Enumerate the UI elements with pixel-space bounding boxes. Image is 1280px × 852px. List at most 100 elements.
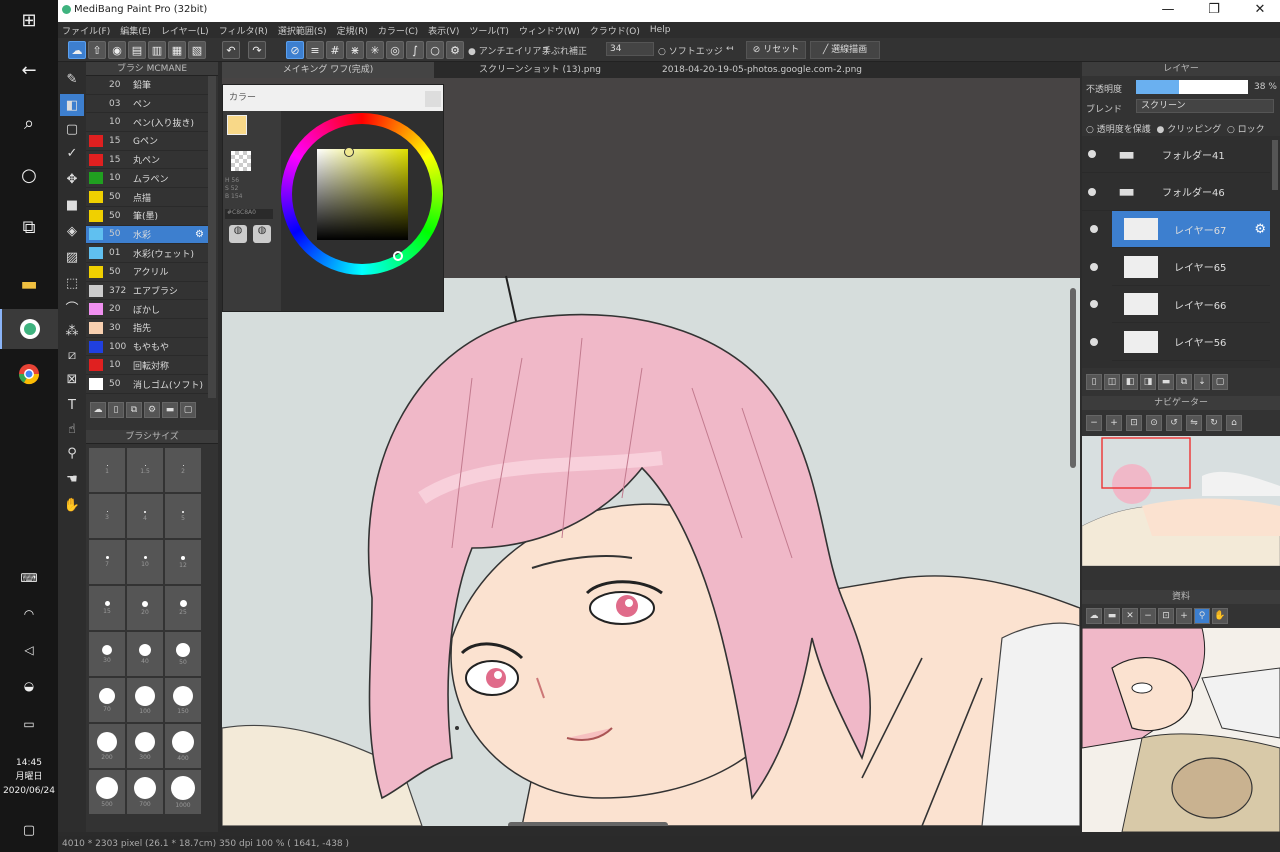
search-icon[interactable]: ⌕: [0, 103, 58, 143]
brush-color-swatch[interactable]: [89, 228, 103, 241]
snap-cross-icon[interactable]: #: [326, 41, 344, 59]
brush-size-cell[interactable]: 15: [89, 586, 125, 630]
menu-file[interactable]: ファイル(F): [62, 24, 110, 37]
brush-size-cell[interactable]: 70: [89, 678, 125, 722]
brush-item[interactable]: 100 もやもや: [86, 338, 208, 357]
menu-cloud[interactable]: クラウド(O): [590, 24, 640, 37]
brush-item[interactable]: 20 ぼかし: [86, 300, 208, 320]
brush-size-cell[interactable]: 200: [89, 724, 125, 768]
hex-input[interactable]: #C8C8A0: [225, 209, 273, 219]
redo-icon[interactable]: ↷: [248, 41, 266, 59]
ref-fit-icon[interactable]: ⊡: [1158, 608, 1174, 624]
layer-folder-row[interactable]: ▬ フォルダー46: [1082, 174, 1270, 211]
network-icon[interactable]: ◒: [0, 666, 58, 706]
brush-size-cell[interactable]: 300: [127, 724, 163, 768]
menu-filter[interactable]: フィルタ(R): [219, 24, 268, 37]
windows-start-icon[interactable]: ⊞: [0, 0, 58, 40]
brush-item[interactable]: 20 鉛筆: [86, 76, 208, 95]
brush-item[interactable]: 50 点描: [86, 188, 208, 207]
sv-picker-handle[interactable]: [344, 147, 354, 157]
brush-color-swatch[interactable]: [89, 116, 103, 129]
menu-color[interactable]: カラー(C): [378, 24, 418, 37]
eraser-tool-icon[interactable]: ◧: [60, 94, 84, 116]
brush-color-swatch[interactable]: [89, 209, 103, 222]
menu-selection[interactable]: 選択範囲(S): [278, 24, 327, 37]
brush-delete-icon[interactable]: ▢: [180, 402, 196, 418]
brush-tool-icon[interactable]: ✎: [60, 68, 84, 90]
brush-size-cell[interactable]: 7: [89, 540, 125, 584]
tab-photos[interactable]: 2018-04-20-19-05-photos.google.com-2.png: [646, 62, 878, 78]
visibility-eye-icon[interactable]: [1090, 225, 1098, 233]
brush-new-icon[interactable]: ▯: [108, 402, 124, 418]
brush-item[interactable]: 372 エアブラシ: [86, 282, 208, 301]
correction-input[interactable]: 34: [606, 42, 654, 56]
brush-scrollbar[interactable]: [208, 76, 216, 398]
select-eraser-tool-icon[interactable]: ⊠: [60, 368, 84, 390]
brush-item[interactable]: 15 Gペン: [86, 132, 208, 151]
brush-size-cell[interactable]: 1000: [165, 770, 201, 814]
brush-item[interactable]: 10 回転対称: [86, 357, 208, 376]
brush-size-cell[interactable]: 10: [127, 540, 163, 584]
brush-size-cell[interactable]: 150: [165, 678, 201, 722]
menu-window[interactable]: ウィンドウ(W): [519, 24, 580, 37]
ref-zoom-in-icon[interactable]: +: [1176, 608, 1192, 624]
menu-edit[interactable]: 編集(E): [120, 24, 151, 37]
hand-tool-icon[interactable]: ☚: [60, 468, 84, 490]
reset-button[interactable]: ⊘ リセット: [746, 41, 806, 59]
lasso-tool-icon[interactable]: ⌒: [60, 296, 84, 318]
brush-item[interactable]: 15 丸ペン: [86, 151, 208, 170]
layer-row[interactable]: レイヤー65: [1090, 249, 1270, 286]
duplicate-layer-icon[interactable]: ⧉: [1176, 374, 1192, 390]
brush-item[interactable]: 10 ムラペン: [86, 170, 208, 189]
brush-color-swatch[interactable]: [89, 134, 103, 147]
check-tool-icon[interactable]: ✓: [60, 142, 84, 164]
snap-vanish-icon[interactable]: ⋇: [346, 41, 364, 59]
brush-size-cell[interactable]: 700: [127, 770, 163, 814]
layer-settings-gear-icon[interactable]: ⚙: [1254, 222, 1266, 237]
volume-icon[interactable]: ◁: [0, 630, 58, 670]
brush-color-swatch[interactable]: [89, 359, 103, 372]
wifi-icon[interactable]: ◠: [0, 594, 58, 634]
delete-layer-icon[interactable]: ▢: [1212, 374, 1228, 390]
eyedropper-small-icon[interactable]: ◍: [253, 225, 271, 243]
brush-size-cell[interactable]: 100: [127, 678, 163, 722]
brush-item[interactable]: 10 ペン(入り抜き): [86, 113, 208, 133]
visibility-eye-icon[interactable]: [1090, 337, 1098, 346]
brush-color-swatch[interactable]: [89, 247, 103, 260]
new-layer-icon[interactable]: ▯: [1086, 374, 1102, 390]
eyedropper-tool-icon[interactable]: ⚲: [60, 442, 84, 464]
brush-item[interactable]: 30 指先: [86, 319, 208, 338]
clipping-checkbox[interactable]: ● クリッピング: [1156, 125, 1221, 135]
opacity-slider[interactable]: [1136, 80, 1248, 94]
cortana-icon[interactable]: ○: [0, 155, 58, 195]
brush-color-swatch[interactable]: [89, 303, 103, 316]
menu-layer[interactable]: レイヤー(L): [161, 24, 209, 37]
document-icon[interactable]: ▥: [148, 41, 166, 59]
panel-icon[interactable]: ▧: [188, 41, 206, 59]
file-explorer-icon[interactable]: ▬: [0, 264, 58, 304]
layer-row[interactable]: レイヤー67 ⚙: [1090, 211, 1270, 248]
primary-color-swatch[interactable]: [227, 115, 247, 135]
chrome-icon[interactable]: [0, 354, 58, 394]
layer-row[interactable]: レイヤー56: [1090, 324, 1270, 361]
brush-color-swatch[interactable]: [89, 378, 103, 391]
snap-circle-icon[interactable]: ◎: [386, 41, 404, 59]
notification-icon[interactable]: ▢: [0, 810, 58, 850]
operation-tool-icon[interactable]: ☝: [60, 418, 84, 440]
select-pen-tool-icon[interactable]: ⧄: [60, 344, 84, 366]
zoom-out-icon[interactable]: −: [1086, 415, 1102, 431]
gradient-tool-icon[interactable]: ▨: [60, 246, 84, 268]
brush-size-cell[interactable]: 50: [165, 632, 201, 676]
brush-color-swatch[interactable]: [89, 284, 103, 297]
brush-item[interactable]: 50 消しゴム(ソフト): [86, 375, 208, 394]
brush-size-cell[interactable]: 4: [127, 494, 163, 538]
menu-view[interactable]: 表示(V): [428, 24, 459, 37]
add-halftone-icon[interactable]: ◫: [1104, 374, 1120, 390]
comment-icon[interactable]: ◉: [108, 41, 126, 59]
minimize-button[interactable]: —: [1156, 2, 1180, 17]
select-tool-icon[interactable]: ⬚: [60, 272, 84, 294]
layer-folder-row[interactable]: ▬ フォルダー41: [1082, 136, 1270, 173]
brush-copy-icon[interactable]: ⧉: [126, 402, 142, 418]
brush-item[interactable]: 50 筆(墨): [86, 207, 208, 226]
ime-icon[interactable]: ▭: [0, 704, 58, 744]
